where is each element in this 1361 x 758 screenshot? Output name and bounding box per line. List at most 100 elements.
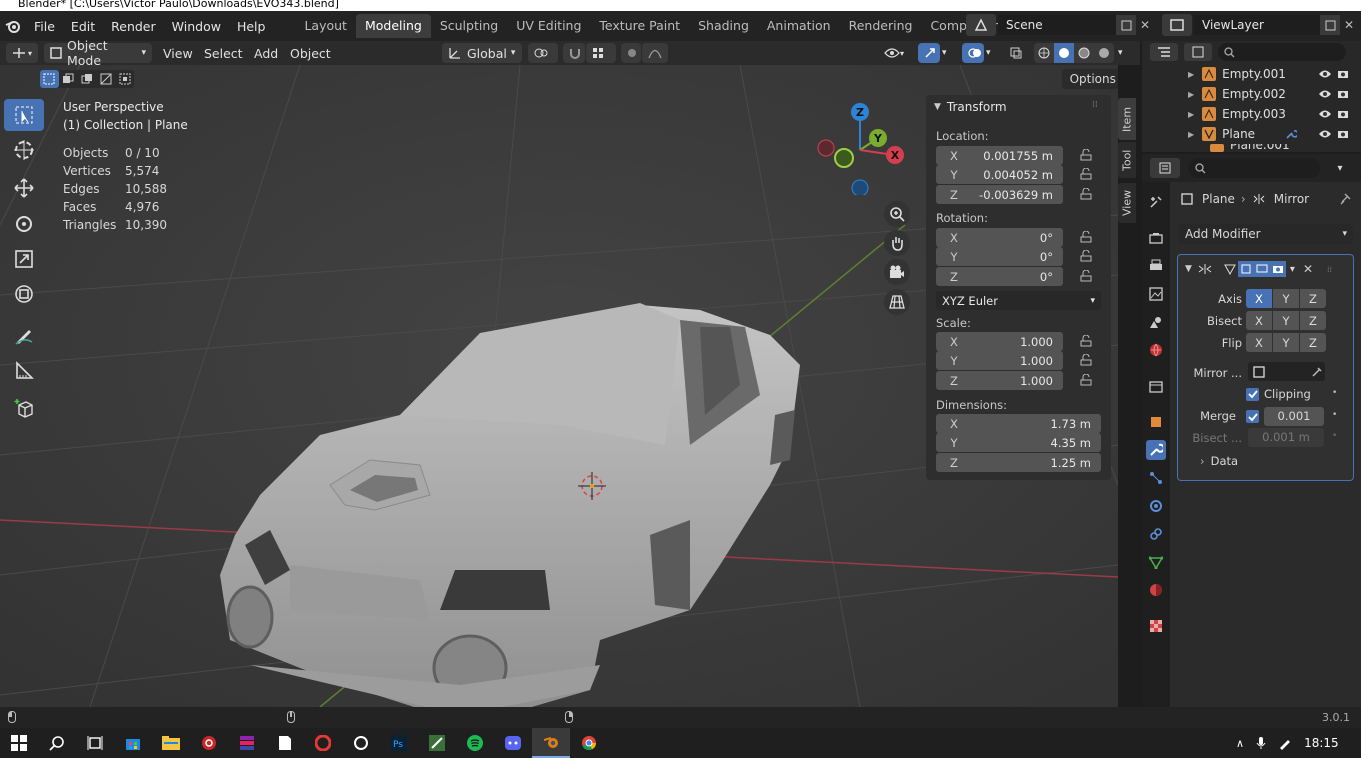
camera-render-icon[interactable] [1334, 69, 1352, 79]
rotation-x-field[interactable]: X 0° [936, 228, 1063, 247]
solid-shading-icon[interactable] [1054, 43, 1074, 63]
wrench-modifier-icon[interactable] [1266, 128, 1316, 140]
menu-window[interactable]: Window [164, 19, 229, 34]
flip-x-toggle[interactable]: X [1246, 333, 1272, 352]
dimensions-y-field[interactable]: Y 4.35 m [936, 433, 1101, 452]
location-z-field[interactable]: Z -0.003629 m [936, 185, 1063, 204]
modifier-tab[interactable] [1146, 440, 1166, 460]
lock-icon[interactable] [1079, 354, 1093, 366]
gizmo-toggle[interactable] [918, 43, 940, 63]
gizmo-x-axis[interactable]: X [886, 146, 904, 164]
menu-view[interactable]: View [163, 43, 193, 63]
camera-render-icon[interactable] [1334, 129, 1352, 139]
gizmo-y-axis[interactable]: Y [869, 129, 887, 147]
task-view-icon[interactable] [76, 728, 114, 758]
blender-app-icon[interactable] [532, 728, 570, 758]
modifier-menu-dropdown[interactable]: ▾ [1290, 264, 1295, 275]
render-tab[interactable] [1146, 228, 1166, 248]
winrar-app-icon[interactable] [228, 728, 266, 758]
outliner-row[interactable]: ▶ Empty.001 [1142, 64, 1361, 84]
menu-select[interactable]: Select [204, 43, 243, 63]
transform-tool[interactable] [4, 278, 44, 310]
lock-icon[interactable] [1079, 270, 1093, 282]
select-invert-icon[interactable] [96, 70, 115, 88]
microphone-icon[interactable] [1256, 736, 1266, 750]
outliner-row[interactable]: ▶ Plane [1142, 124, 1361, 144]
flip-y-toggle[interactable]: Y [1273, 333, 1299, 352]
tab-rendering[interactable]: Rendering [840, 14, 922, 38]
world-tab[interactable] [1146, 340, 1166, 360]
realtime-display-icon[interactable] [1253, 261, 1270, 277]
edit-mode-toggle-icon[interactable] [1222, 261, 1238, 277]
keyframe-dot-icon[interactable]: • [1332, 410, 1337, 420]
outliner-search-field[interactable] [1218, 43, 1346, 61]
properties-search-field[interactable] [1188, 158, 1320, 178]
keyframe-dot-icon[interactable]: • [1332, 431, 1337, 441]
eye-icon[interactable] [1316, 69, 1334, 79]
search-icon[interactable] [38, 728, 76, 758]
tool-settings-tab[interactable] [1146, 192, 1166, 212]
tab-texture-paint[interactable]: Texture Paint [590, 14, 689, 38]
location-y-field[interactable]: Y 0.004052 m [936, 165, 1063, 184]
axis-y-toggle[interactable]: Y [1273, 289, 1299, 308]
chevron-up-icon[interactable]: ∧ [1236, 737, 1244, 750]
object-visibility-dropdown[interactable]: ▾ [884, 43, 912, 63]
snap-toggle[interactable] [563, 43, 585, 63]
camera-render-icon[interactable] [1334, 89, 1352, 99]
lock-icon[interactable] [1079, 335, 1093, 347]
outliner-row[interactable]: ▶ Empty.002 [1142, 84, 1361, 104]
view-layer-name[interactable]: ViewLayer [1194, 15, 1320, 35]
overlay-toggle[interactable] [962, 43, 984, 63]
expand-arrow-icon[interactable]: ▶ [1188, 70, 1194, 79]
camera-render-icon[interactable] [1334, 109, 1352, 119]
lock-icon[interactable] [1079, 374, 1093, 386]
scale-y-field[interactable]: Y 1.000 [936, 351, 1063, 370]
particles-tab[interactable] [1146, 468, 1166, 488]
menu-render[interactable]: Render [103, 19, 164, 34]
pan-button[interactable] [884, 230, 910, 256]
new-scene-icon[interactable] [1116, 15, 1136, 35]
lock-icon[interactable] [1079, 149, 1093, 161]
tab-uv-editing[interactable]: UV Editing [507, 14, 590, 38]
on-cage-toggle-icon[interactable] [1237, 261, 1254, 277]
move-tool[interactable] [4, 172, 44, 204]
lock-icon[interactable] [1079, 168, 1093, 180]
start-button[interactable] [0, 728, 38, 758]
scene-name[interactable]: Scene [998, 15, 1116, 35]
select-intersect-icon[interactable] [115, 70, 134, 88]
remove-view-layer-icon[interactable]: ✕ [1340, 15, 1358, 35]
pen-icon[interactable] [1278, 736, 1292, 750]
display-mode-icon[interactable] [1184, 43, 1212, 61]
navigation-gizmo[interactable]: Z Y X [810, 100, 910, 197]
notes-app-icon[interactable] [418, 728, 456, 758]
outliner-row[interactable]: ▶ Empty.003 [1142, 104, 1361, 124]
rotation-z-field[interactable]: Z 0° [936, 267, 1063, 286]
menu-object[interactable]: Object [290, 43, 331, 63]
merge-distance-field[interactable]: 0.001 [1264, 407, 1324, 426]
camera-view-button[interactable] [884, 259, 910, 285]
eye-icon[interactable] [1316, 109, 1334, 119]
select-subtract-icon[interactable] [78, 70, 97, 88]
add-cube-tool[interactable] [4, 392, 44, 424]
blender-logo-icon[interactable] [0, 14, 26, 38]
xray-toggle[interactable] [1010, 43, 1028, 63]
zoom-button[interactable] [884, 201, 910, 227]
texture-tab[interactable] [1146, 616, 1166, 636]
pin-icon[interactable] [1338, 192, 1352, 206]
tab-animation[interactable]: Animation [758, 14, 840, 38]
properties-editor-icon[interactable] [1150, 158, 1180, 178]
clipping-checkbox-row[interactable]: Clipping [1246, 387, 1311, 401]
render-toggle-icon[interactable] [1269, 261, 1286, 277]
store-app-icon[interactable] [114, 728, 152, 758]
collection-tab[interactable] [1146, 376, 1166, 396]
tab-shading[interactable]: Shading [689, 14, 758, 38]
material-shading-icon[interactable] [1074, 43, 1094, 63]
scene-tab[interactable] [1146, 312, 1166, 332]
keyframe-dot-icon[interactable]: • [1332, 388, 1337, 398]
view-layer-tab[interactable] [1146, 284, 1166, 304]
obs-app-icon[interactable] [342, 728, 380, 758]
perspective-toggle-button[interactable] [884, 289, 910, 315]
mirror-object-field[interactable] [1248, 362, 1325, 381]
lock-icon[interactable] [1079, 231, 1093, 243]
rendered-shading-icon[interactable] [1094, 43, 1114, 63]
